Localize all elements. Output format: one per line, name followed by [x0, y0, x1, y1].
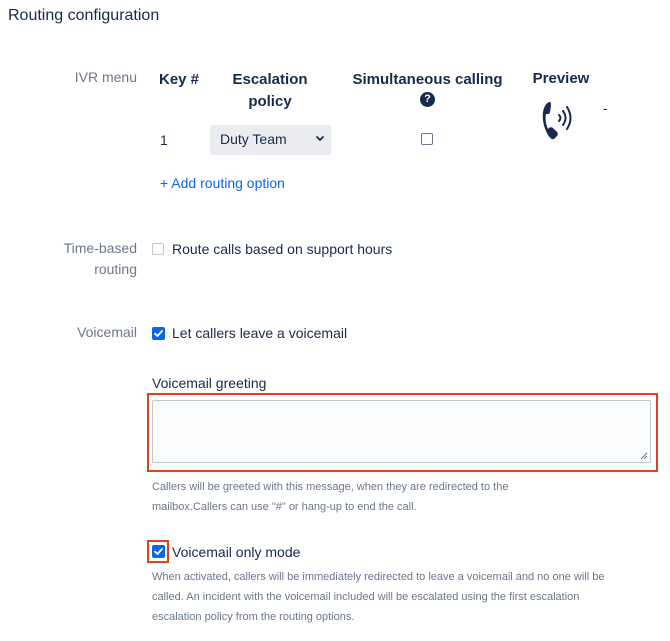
ivr-menu-label: IVR menu — [74, 69, 137, 85]
phone-ringing-icon — [538, 98, 576, 142]
column-simultaneous-header: Simultaneous calling ? — [345, 69, 510, 107]
escalation-policy-select[interactable]: Duty Team — [210, 125, 331, 155]
voicemail-only-mode-label: Voicemail only mode — [172, 544, 301, 560]
checkmark-icon — [154, 330, 163, 337]
add-routing-option-link[interactable]: + Add routing option — [160, 175, 285, 191]
voicemail-label: Voicemail — [77, 324, 137, 340]
simultaneous-calling-checkbox[interactable] — [421, 133, 433, 145]
voicemail-greeting-textarea[interactable] — [152, 400, 651, 463]
time-based-routing-checkbox-label: Route calls based on support hours — [172, 241, 393, 257]
chevron-down-icon — [315, 131, 325, 150]
resize-handle-icon — [640, 452, 648, 460]
time-based-routing-checkbox[interactable] — [152, 243, 164, 255]
row-key: 1 — [160, 132, 168, 148]
time-based-routing-label: Time-based routing — [63, 240, 137, 277]
section-title: Routing configuration — [8, 7, 160, 24]
voicemail-greeting-label: Voicemail greeting — [152, 375, 267, 391]
voicemail-only-mode-checkbox[interactable] — [152, 545, 165, 558]
preview-value: - — [603, 100, 608, 116]
checkmark-icon — [154, 548, 163, 555]
voicemail-greeting-help: Callers will be greeted with this messag… — [152, 481, 509, 513]
column-preview-header: Preview — [532, 70, 590, 87]
escalation-policy-value: Duty Team — [220, 131, 287, 147]
voicemail-checkbox-label: Let callers leave a voicemail — [172, 325, 348, 341]
column-simultaneous-label: Simultaneous calling — [352, 71, 503, 88]
question-circle-icon[interactable]: ? — [420, 92, 435, 107]
voicemail-checkbox[interactable] — [152, 327, 165, 340]
column-key-header: Key # — [158, 71, 200, 88]
column-escalation-header: Escalation policy — [232, 71, 308, 110]
voicemail-only-mode-help: When activated, callers will be immediat… — [152, 571, 605, 623]
